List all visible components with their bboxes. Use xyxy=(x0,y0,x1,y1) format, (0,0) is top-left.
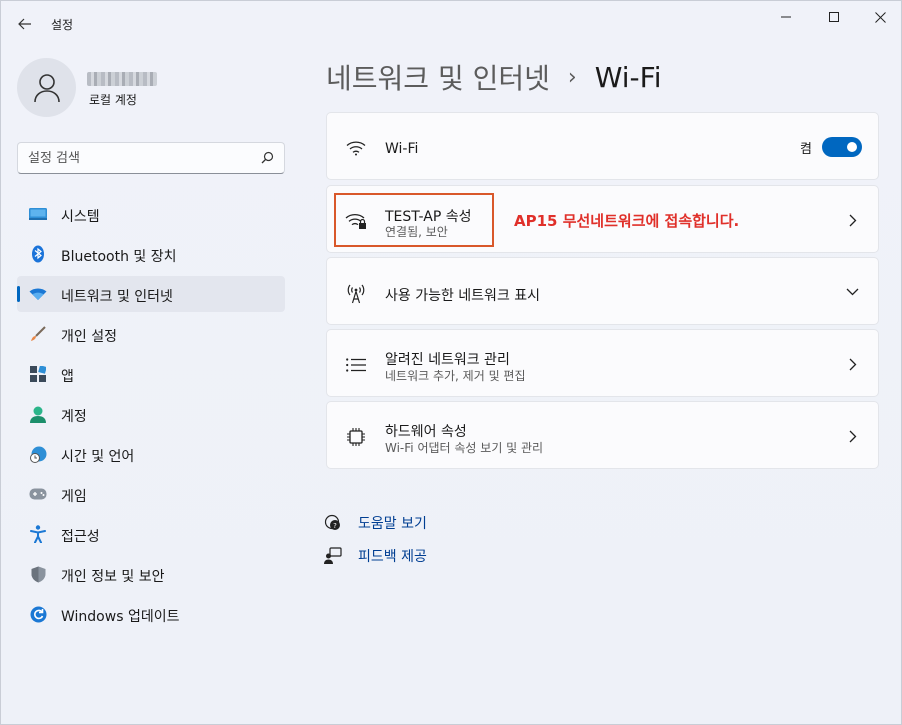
sidebar-item-label: 개인 정보 및 보안 xyxy=(61,569,165,585)
update-icon xyxy=(29,605,47,623)
gamepad-icon xyxy=(29,485,47,503)
annotation-text: AP15 무선네트워크에 접속합니다. xyxy=(514,212,740,230)
sidebar-item-label: Windows 업데이트 xyxy=(61,609,180,625)
maximize-icon xyxy=(829,12,839,22)
sidebar-item-label: 계정 xyxy=(61,409,87,425)
close-button[interactable] xyxy=(857,1,902,33)
known-networks-title: 알려진 네트워크 관리 xyxy=(385,352,510,368)
sidebar-item-personalization[interactable]: 개인 설정 xyxy=(17,316,285,352)
person-icon xyxy=(29,405,47,423)
network-status: 연결됨, 보안 xyxy=(385,225,448,239)
help-link-text[interactable]: 도움말 보기 xyxy=(358,513,427,533)
minimize-button[interactable] xyxy=(763,1,809,33)
sidebar-item-accessibility[interactable]: 접근성 xyxy=(17,516,285,552)
sidebar-item-network[interactable]: 네트워크 및 인터넷 xyxy=(17,276,285,312)
settings-search[interactable] xyxy=(17,142,285,174)
wifi-toggle[interactable] xyxy=(822,137,862,157)
sidebar-item-gaming[interactable]: 게임 xyxy=(17,476,285,512)
sidebar-item-bluetooth[interactable]: Bluetooth 및 장치 xyxy=(17,236,285,272)
sidebar-item-label: 네트워크 및 인터넷 xyxy=(61,289,173,305)
sidebar-nav: 시스템 Bluetooth 및 장치 네트워크 및 인터넷 개인 설정 앱 계정… xyxy=(17,196,285,636)
known-networks-card[interactable]: 알려진 네트워크 관리 네트워크 추가, 제거 및 편집 xyxy=(326,329,879,397)
toggle-state-label: 켬 xyxy=(800,142,812,157)
hardware-title: 하드웨어 속성 xyxy=(385,424,467,440)
sidebar-item-label: Bluetooth 및 장치 xyxy=(61,249,177,265)
sidebar-item-windows-update[interactable]: Windows 업데이트 xyxy=(17,596,285,632)
app-title: 설정 xyxy=(51,18,74,32)
sidebar-item-apps[interactable]: 앱 xyxy=(17,356,285,392)
chevron-right-icon xyxy=(846,428,860,444)
sidebar-item-time-language[interactable]: 시간 및 언어 xyxy=(17,436,285,472)
antenna-icon xyxy=(345,282,367,304)
available-networks-title: 사용 가능한 네트워크 표시 xyxy=(385,288,541,304)
svg-text:?: ? xyxy=(333,522,337,530)
apps-icon xyxy=(29,365,47,383)
breadcrumb-parent[interactable]: 네트워크 및 인터넷 xyxy=(326,57,550,97)
minimize-icon xyxy=(781,16,791,18)
close-icon xyxy=(874,11,886,23)
chevron-right-icon xyxy=(846,356,860,372)
known-networks-subtitle: 네트워크 추가, 제거 및 편집 xyxy=(385,369,526,383)
hardware-subtitle: Wi-Fi 어댑터 속성 보기 및 관리 xyxy=(385,441,544,455)
wifi-toggle-card: Wi-Fi 켬 xyxy=(326,112,879,180)
accessibility-icon xyxy=(29,525,47,543)
back-arrow-icon xyxy=(18,18,31,30)
sidebar-item-accounts[interactable]: 계정 xyxy=(17,396,285,432)
active-indicator xyxy=(17,286,20,302)
feedback-link-text[interactable]: 피드백 제공 xyxy=(358,546,427,566)
page-title: Wi-Fi xyxy=(594,60,662,94)
bluetooth-icon xyxy=(29,245,47,263)
wifi-icon xyxy=(345,137,367,159)
chevron-right-icon xyxy=(846,212,860,228)
list-icon xyxy=(345,354,367,376)
search-input[interactable] xyxy=(28,148,248,168)
chip-icon xyxy=(345,426,367,448)
account-type: 로컬 계정 xyxy=(89,93,137,107)
help-icon: ? xyxy=(323,513,343,533)
help-links: ? 도움말 보기 피드백 제공 xyxy=(323,506,427,572)
connected-network-card[interactable]: TEST-AP 속성 연결됨, 보안 AP15 무선네트워크에 접속합니다. xyxy=(326,185,879,253)
hardware-properties-card[interactable]: 하드웨어 속성 Wi-Fi 어댑터 속성 보기 및 관리 xyxy=(326,401,879,469)
sidebar-item-label: 접근성 xyxy=(61,529,100,545)
sidebar-item-label: 개인 설정 xyxy=(61,329,117,345)
settings-window: 설정 로컬 계정 시스템 xyxy=(0,0,902,725)
sidebar-item-privacy-security[interactable]: 개인 정보 및 보안 xyxy=(17,556,285,592)
back-button[interactable] xyxy=(9,9,41,39)
toggle-knob xyxy=(847,142,857,152)
maximize-button[interactable] xyxy=(811,1,857,33)
user-name-redacted xyxy=(87,72,157,86)
search-icon[interactable] xyxy=(261,151,274,168)
sidebar-item-label: 게임 xyxy=(61,489,87,505)
clock-globe-icon xyxy=(29,445,47,463)
shield-icon xyxy=(29,565,47,583)
monitor-icon xyxy=(29,205,47,223)
help-link[interactable]: ? 도움말 보기 xyxy=(323,506,427,539)
available-networks-card[interactable]: 사용 가능한 네트워크 표시 xyxy=(326,257,879,325)
wifi-title: Wi-Fi xyxy=(385,141,419,157)
title-bar: 설정 xyxy=(1,1,901,47)
feedback-link[interactable]: 피드백 제공 xyxy=(323,539,427,572)
chevron-down-icon[interactable] xyxy=(844,284,860,300)
wifi-icon xyxy=(29,285,47,303)
person-icon xyxy=(33,73,60,102)
sidebar-item-label: 시스템 xyxy=(61,209,100,225)
feedback-icon xyxy=(323,546,343,566)
breadcrumb: 네트워크 및 인터넷 › Wi-Fi xyxy=(326,57,662,97)
sidebar-item-system[interactable]: 시스템 xyxy=(17,196,285,232)
avatar xyxy=(17,58,76,117)
sidebar-item-label: 시간 및 언어 xyxy=(61,449,135,465)
wifi-secure-icon xyxy=(345,210,367,232)
brush-icon xyxy=(29,325,47,343)
sidebar-item-label: 앱 xyxy=(61,369,74,385)
breadcrumb-separator: › xyxy=(567,64,577,90)
